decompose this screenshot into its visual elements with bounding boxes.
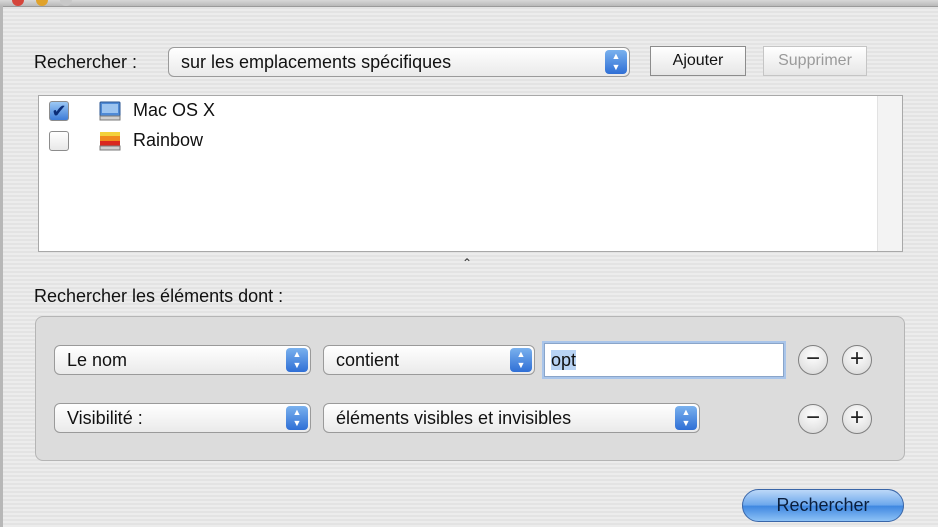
popup-arrows-icon: ▲ ▼ (510, 348, 532, 372)
list-item-rainbow[interactable]: Rainbow (49, 128, 349, 156)
popup-arrows-icon: ▲ ▼ (286, 406, 308, 430)
location-checkbox[interactable] (49, 131, 69, 151)
add-criterion-button[interactable]: + (842, 345, 872, 375)
search-button[interactable]: Rechercher (742, 489, 904, 522)
criteria-attribute-value: Visibilité : (67, 408, 143, 428)
criteria-label: Rechercher les éléments dont : (34, 286, 284, 306)
criteria-operator-popup[interactable]: éléments visibles et invisibles ▲ ▼ (323, 403, 700, 433)
criteria-value-text: opt (551, 350, 577, 370)
remove-location-button[interactable]: Supprimer (763, 46, 867, 76)
location-label: Mac OS X (133, 100, 216, 120)
search-scope-label: Rechercher : (34, 52, 138, 72)
criteria-operator-popup[interactable]: contient ▲ ▼ (323, 345, 535, 375)
locations-list[interactable]: ✔ Mac OS X Rainbow (38, 95, 903, 252)
list-scrollbar[interactable] (877, 96, 902, 251)
add-criterion-button[interactable]: + (842, 404, 872, 434)
split-handle-icon[interactable]: ⌃ (462, 256, 472, 270)
rainbow-drive-icon (99, 132, 121, 151)
hard-drive-icon (99, 101, 121, 121)
criteria-group (35, 316, 905, 461)
search-scope-value: sur les emplacements spécifiques (181, 52, 452, 72)
criteria-operator-value: contient (336, 350, 400, 370)
window-border (0, 6, 3, 527)
location-checkbox[interactable]: ✔ (49, 101, 69, 121)
remove-criterion-button[interactable]: − (798, 404, 828, 434)
add-location-button[interactable]: Ajouter (650, 46, 746, 76)
search-scope-popup[interactable]: sur les emplacements spécifiques ▲ ▼ (168, 47, 630, 77)
zoom-window-icon[interactable] (60, 0, 72, 6)
list-item-mac-os-x[interactable]: ✔ Mac OS X (49, 98, 349, 126)
title-bar (0, 0, 938, 7)
criteria-operator-value: éléments visibles et invisibles (336, 408, 572, 428)
criteria-attribute-popup[interactable]: Visibilité : ▲ ▼ (54, 403, 311, 433)
location-label: Rainbow (133, 130, 204, 150)
remove-criterion-button[interactable]: − (798, 345, 828, 375)
popup-arrows-icon: ▲ ▼ (605, 50, 627, 74)
popup-arrows-icon: ▲ ▼ (675, 406, 697, 430)
criteria-attribute-value: Le nom (67, 350, 128, 370)
criteria-value-input[interactable]: opt (544, 343, 784, 377)
criteria-attribute-popup[interactable]: Le nom ▲ ▼ (54, 345, 311, 375)
minimize-window-icon[interactable] (36, 0, 48, 6)
close-window-icon[interactable] (12, 0, 24, 6)
popup-arrows-icon: ▲ ▼ (286, 348, 308, 372)
